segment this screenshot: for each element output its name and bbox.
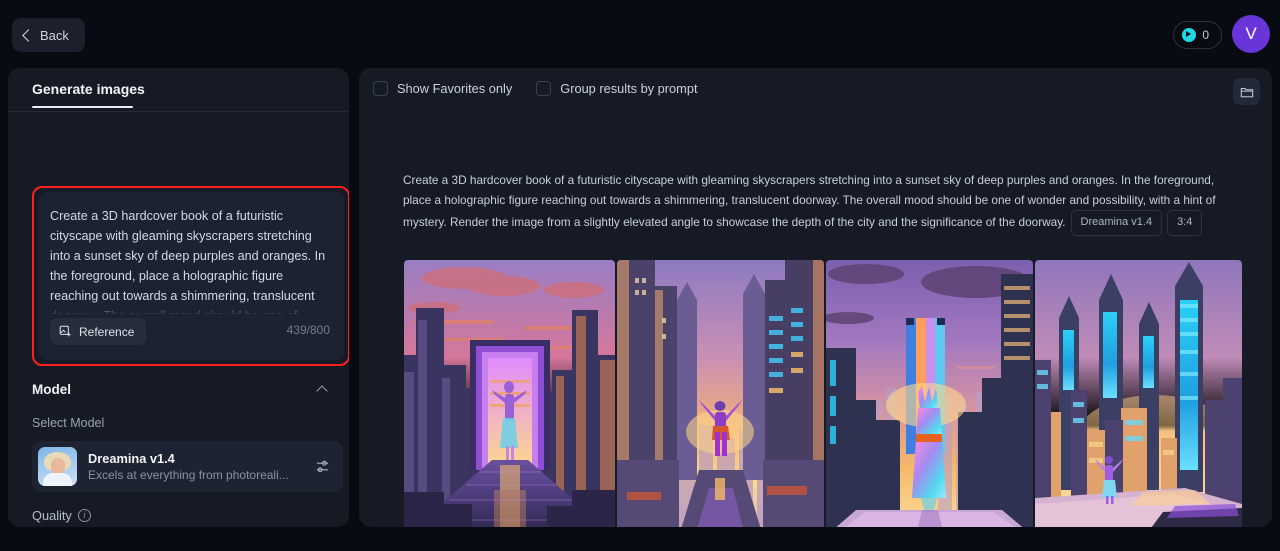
generated-image-2[interactable] [617, 260, 824, 527]
character-counter: 439/800 [286, 323, 330, 337]
generated-image-3[interactable] [826, 260, 1033, 527]
avatar-initial: V [1245, 24, 1257, 43]
result-prompt-text: Create a 3D hardcover book of a futurist… [403, 171, 1225, 236]
results-filters: Show Favorites only Group results by pro… [373, 81, 698, 96]
checkbox-box-favorites[interactable] [373, 81, 388, 96]
generated-image-1[interactable] [404, 260, 615, 527]
sliders-icon [316, 460, 328, 473]
model-settings-button[interactable] [309, 459, 335, 474]
prompt-card[interactable]: Create a 3D hardcover book of a futurist… [38, 192, 344, 360]
group-results-checkbox[interactable]: Group results by prompt [536, 81, 698, 96]
top-bar: Back 0 V [0, 0, 1280, 68]
model-description: Excels at everything from photoreali... [88, 468, 289, 482]
generate-panel: Generate images Create a 3D hardcover bo… [8, 68, 349, 527]
folder-icon [1240, 87, 1253, 97]
show-favorites-checkbox[interactable]: Show Favorites only [373, 81, 512, 96]
generated-images-grid [404, 260, 1242, 527]
tag-model[interactable]: Dreamina v1.4 [1070, 210, 1163, 236]
credit-coin-icon [1182, 28, 1197, 42]
tab-active-indicator [32, 106, 133, 108]
info-icon[interactable]: i [77, 509, 91, 522]
model-name: Dreamina v1.4 [88, 451, 175, 466]
model-section-header[interactable]: Model [32, 382, 328, 397]
tab-generate-images[interactable]: Generate images [32, 81, 145, 108]
group-results-label: Group results by prompt [560, 81, 698, 96]
app-root: Back 0 V Generate images Create a 3D har… [0, 0, 1280, 551]
credits-count: 0 [1202, 28, 1209, 42]
select-model-label: Select Model [32, 416, 105, 430]
model-meta: Dreamina v1.4 Excels at everything from … [88, 451, 309, 482]
quality-row: Quality i [32, 508, 91, 523]
folder-button[interactable] [1233, 78, 1260, 105]
tag-aspect-ratio[interactable]: 3:4 [1167, 210, 1203, 236]
generated-image-4[interactable] [1035, 260, 1242, 527]
generated-image-1-art [404, 260, 615, 527]
avatar[interactable]: V [1232, 15, 1270, 53]
prompt-fade-overlay [50, 300, 332, 318]
quality-label: Quality [32, 508, 72, 523]
show-favorites-label: Show Favorites only [397, 81, 513, 96]
generated-image-4-art [1035, 260, 1242, 527]
chevron-left-icon [22, 29, 35, 42]
prompt-input[interactable]: Create a 3D hardcover book of a futurist… [50, 206, 332, 314]
model-card-dreamina[interactable]: Dreamina v1.4 Excels at everything from … [32, 441, 343, 492]
back-button-label: Back [40, 27, 69, 43]
chevron-up-icon[interactable] [316, 385, 328, 397]
model-thumbnail [38, 447, 77, 486]
results-panel: Show Favorites only Group results by pro… [359, 68, 1272, 527]
credits-pill[interactable]: 0 [1173, 21, 1222, 49]
back-button[interactable]: Back [12, 18, 85, 52]
reference-button[interactable]: Reference [50, 318, 147, 345]
model-section-title: Model [32, 382, 71, 397]
reference-button-label: Reference [79, 324, 135, 339]
generated-image-2-art [617, 260, 824, 527]
checkbox-box-group[interactable] [536, 81, 552, 96]
generated-image-3-art [826, 260, 1033, 527]
reference-image-icon [59, 325, 71, 337]
